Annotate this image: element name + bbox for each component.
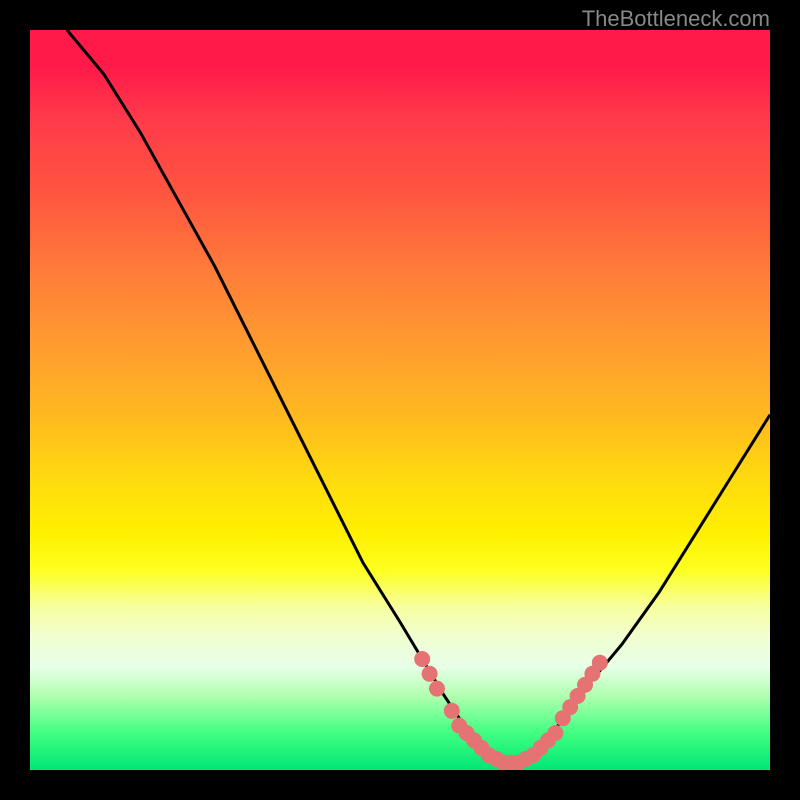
chart-container: TheBottleneck.com	[0, 0, 800, 800]
curve-markers	[414, 651, 608, 770]
watermark-text: TheBottleneck.com	[582, 6, 770, 32]
plot-area	[30, 30, 770, 770]
curve-svg	[30, 30, 770, 770]
